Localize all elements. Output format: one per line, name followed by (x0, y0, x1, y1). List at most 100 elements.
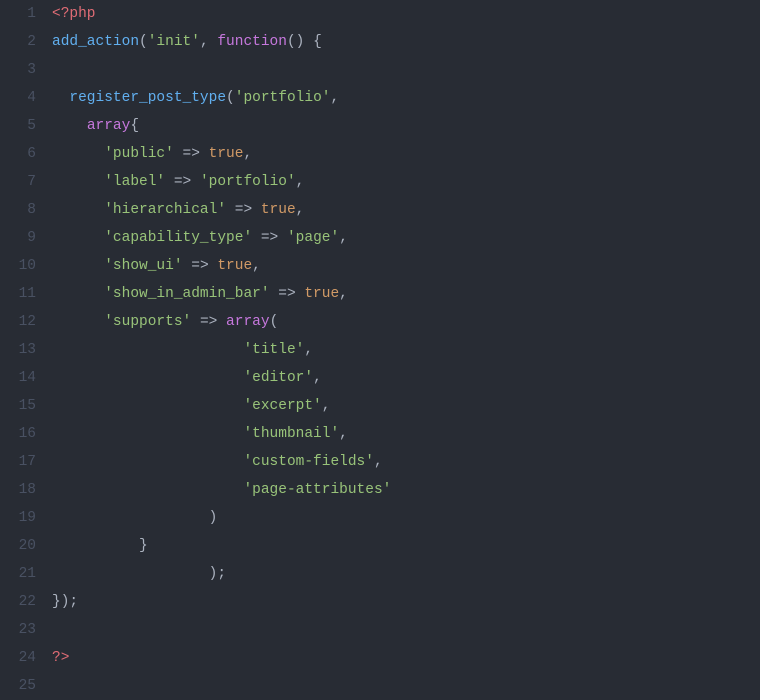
token: 'custom-fields' (243, 454, 374, 470)
code-editor-content[interactable]: <?phpadd_action('init', function() { reg… (48, 0, 760, 693)
token (52, 426, 243, 442)
token: 'init' (148, 34, 200, 50)
token: ( (139, 34, 148, 50)
token (52, 90, 69, 106)
line-number: 5 (0, 112, 36, 140)
line-number: 2 (0, 28, 36, 56)
token (252, 230, 261, 246)
code-line[interactable]: 'public' => true, (52, 140, 760, 168)
token (200, 146, 209, 162)
token (183, 258, 192, 274)
code-line[interactable] (52, 672, 760, 700)
token: , (296, 174, 305, 190)
line-number: 25 (0, 672, 36, 700)
token: true (261, 202, 296, 218)
token (52, 454, 243, 470)
code-line[interactable]: array{ (52, 112, 760, 140)
token: { (130, 118, 139, 134)
code-line[interactable]: }); (52, 588, 760, 616)
line-number: 18 (0, 476, 36, 504)
token (304, 34, 313, 50)
code-line[interactable]: 'custom-fields', (52, 448, 760, 476)
token (278, 230, 287, 246)
token: => (261, 230, 278, 246)
token: 'page' (287, 230, 339, 246)
token: } (139, 538, 148, 554)
token: <?php (52, 6, 96, 22)
code-line[interactable]: 'page-attributes' (52, 476, 760, 504)
token: true (209, 146, 244, 162)
line-number: 11 (0, 280, 36, 308)
token (165, 174, 174, 190)
line-number: 20 (0, 532, 36, 560)
token: function (217, 34, 287, 50)
line-number: 4 (0, 84, 36, 112)
code-line[interactable]: ) (52, 504, 760, 532)
token: array (87, 118, 131, 134)
token: , (313, 370, 322, 386)
token: => (174, 174, 191, 190)
token (191, 314, 200, 330)
token: 'capability_type' (104, 230, 252, 246)
line-number: 21 (0, 560, 36, 588)
line-number: 3 (0, 56, 36, 84)
line-number: 14 (0, 364, 36, 392)
token: => (278, 286, 295, 302)
code-line[interactable]: } (52, 532, 760, 560)
token (52, 482, 243, 498)
code-line[interactable]: ); (52, 560, 760, 588)
token (52, 174, 104, 190)
code-line[interactable]: <?php (52, 0, 760, 28)
code-line[interactable]: 'capability_type' => 'page', (52, 224, 760, 252)
code-line[interactable]: 'excerpt', (52, 392, 760, 420)
line-number: 1 (0, 0, 36, 28)
token: , (304, 342, 313, 358)
code-line[interactable] (52, 56, 760, 84)
token: ); (61, 594, 78, 610)
line-number: 6 (0, 140, 36, 168)
token: => (200, 314, 217, 330)
line-number: 23 (0, 616, 36, 644)
line-number: 13 (0, 336, 36, 364)
token (52, 286, 104, 302)
token (52, 146, 104, 162)
code-line[interactable]: 'editor', (52, 364, 760, 392)
token: ) (52, 510, 217, 526)
token: , (200, 34, 209, 50)
token (52, 118, 87, 134)
line-number: 16 (0, 420, 36, 448)
line-number-gutter: 1234567891011121314151617181920212223242… (0, 0, 48, 693)
line-number: 24 (0, 644, 36, 672)
code-line[interactable]: ?> (52, 644, 760, 672)
code-line[interactable]: add_action('init', function() { (52, 28, 760, 56)
code-line[interactable]: 'thumbnail', (52, 420, 760, 448)
code-line[interactable] (52, 616, 760, 644)
token: 'supports' (104, 314, 191, 330)
token (191, 174, 200, 190)
token: , (330, 90, 339, 106)
code-line[interactable]: 'hierarchical' => true, (52, 196, 760, 224)
token: 'portfolio' (235, 90, 331, 106)
line-number: 15 (0, 392, 36, 420)
token (52, 342, 243, 358)
token: 'label' (104, 174, 165, 190)
code-line[interactable]: 'label' => 'portfolio', (52, 168, 760, 196)
code-line[interactable]: register_post_type('portfolio', (52, 84, 760, 112)
token (52, 202, 104, 218)
code-line[interactable]: 'show_in_admin_bar' => true, (52, 280, 760, 308)
token: 'title' (243, 342, 304, 358)
code-line[interactable]: 'supports' => array( (52, 308, 760, 336)
token: ?> (52, 650, 69, 666)
token (252, 202, 261, 218)
token (52, 398, 243, 414)
line-number: 19 (0, 504, 36, 532)
token: 'hierarchical' (104, 202, 226, 218)
line-number: 8 (0, 196, 36, 224)
token: 'portfolio' (200, 174, 296, 190)
token: { (313, 34, 322, 50)
code-line[interactable]: 'title', (52, 336, 760, 364)
token: 'editor' (243, 370, 313, 386)
token: ( (226, 90, 235, 106)
code-line[interactable]: 'show_ui' => true, (52, 252, 760, 280)
token (52, 230, 104, 246)
